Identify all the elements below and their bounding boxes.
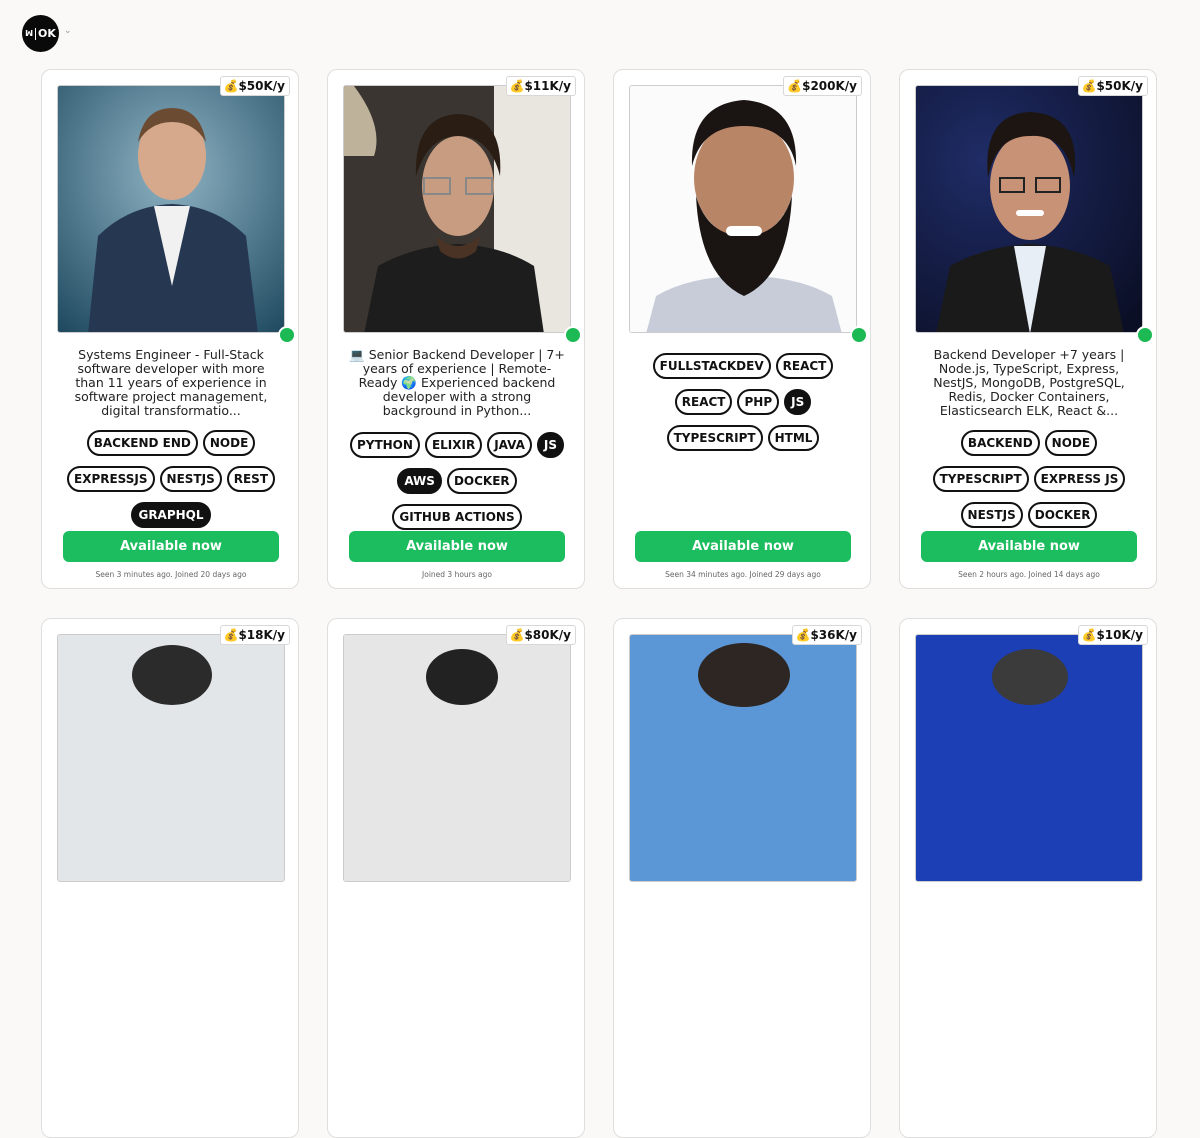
- skill-tag[interactable]: DOCKER: [1027, 502, 1098, 528]
- skill-tag[interactable]: EXPRESS JS: [1033, 466, 1126, 492]
- skill-tag[interactable]: JS: [784, 389, 812, 415]
- skill-tag[interactable]: BACKEND END: [86, 430, 198, 456]
- logo-text: OK: [38, 27, 56, 40]
- profile-bio: 💻 Senior Backend Developer | 7+ years of…: [349, 347, 565, 418]
- available-now-button[interactable]: Available now: [635, 531, 851, 562]
- profile-card[interactable]: 💰$200K/y FULLSTACKDEV REACT REACT PHP JS…: [613, 69, 871, 589]
- skill-tag[interactable]: HTML: [767, 425, 820, 451]
- skill-tags: BACKEND NODE TYPESCRIPT EXPRESS JS NESTJ…: [912, 430, 1146, 528]
- profile-photo: [343, 634, 571, 882]
- profile-card[interactable]: 💰$36K/y: [613, 618, 871, 1138]
- skill-tags: PYTHON ELIXIR JAVA JS AWS DOCKER GITHUB …: [340, 432, 574, 530]
- skill-tag[interactable]: PYTHON: [349, 432, 420, 458]
- skill-tag[interactable]: AWS: [397, 468, 442, 494]
- activity-status: Seen 34 minutes ago. Joined 29 days ago: [665, 570, 821, 579]
- profile-card[interactable]: 💰$11K/y 💻 Senior Backend Developer | 7+ …: [327, 69, 585, 589]
- profile-photo: [57, 634, 285, 882]
- skill-tag[interactable]: BACKEND: [960, 430, 1040, 456]
- available-now-button[interactable]: Available now: [921, 531, 1137, 562]
- profile-card[interactable]: 💰$50K/y Backend Developer +7 years | Nod…: [899, 69, 1157, 589]
- skill-tag[interactable]: DOCKER: [446, 468, 517, 494]
- skill-tag[interactable]: GITHUB ACTIONS: [392, 504, 522, 530]
- logo-mark: ꟽ: [25, 29, 34, 38]
- activity-status: Seen 3 minutes ago. Joined 20 days ago: [95, 570, 247, 579]
- profile-card[interactable]: 💰$10K/y: [899, 618, 1157, 1138]
- salary-badge: 💰$10K/y: [1077, 625, 1148, 645]
- profile-card[interactable]: 💰$80K/y: [327, 618, 585, 1138]
- profile-card[interactable]: 💰$18K/y: [41, 618, 299, 1138]
- profile-photo: [915, 634, 1143, 882]
- skill-tag[interactable]: GRAPHQL: [131, 502, 211, 528]
- activity-status: Seen 2 hours ago. Joined 14 days ago: [958, 570, 1100, 579]
- skill-tag[interactable]: NESTJS: [159, 466, 222, 492]
- available-now-button[interactable]: Available now: [349, 531, 565, 562]
- available-now-button[interactable]: Available now: [63, 531, 279, 562]
- skill-tag[interactable]: EXPRESSJS: [67, 466, 155, 492]
- profile-bio: Systems Engineer - Full-Stack software d…: [74, 347, 268, 418]
- skill-tag[interactable]: ELIXIR: [424, 432, 483, 458]
- skill-tag[interactable]: REACT: [775, 353, 834, 379]
- skill-tag[interactable]: PHP: [737, 389, 780, 415]
- online-status-dot: [564, 326, 582, 344]
- online-status-dot: [1136, 326, 1154, 344]
- skill-tag[interactable]: REACT: [674, 389, 733, 415]
- profile-photo: [629, 634, 857, 882]
- skill-tag[interactable]: NODE: [1044, 430, 1098, 456]
- online-status-dot: [850, 326, 868, 344]
- online-status-dot: [278, 326, 296, 344]
- salary-badge: 💰$50K/y: [1077, 76, 1148, 96]
- chevron-down-icon[interactable]: ⌄: [64, 26, 72, 36]
- salary-badge: 💰$200K/y: [783, 76, 862, 96]
- skill-tag[interactable]: JS: [536, 432, 565, 458]
- profile-photo: [629, 85, 857, 333]
- skill-tag[interactable]: NESTJS: [960, 502, 1023, 528]
- skill-tags: FULLSTACKDEV REACT REACT PHP JS TYPESCRI…: [626, 353, 860, 451]
- skill-tag[interactable]: TYPESCRIPT: [666, 425, 763, 451]
- profile-card[interactable]: 💰$50K/y Systems Engineer - Full-Stack so…: [41, 69, 299, 589]
- salary-badge: 💰$18K/y: [219, 625, 290, 645]
- skill-tags: BACKEND END NODE EXPRESSJS NESTJS REST G…: [54, 430, 288, 528]
- profile-photo: [57, 85, 285, 333]
- skill-tag[interactable]: REST: [226, 466, 275, 492]
- skill-tag[interactable]: TYPESCRIPT: [932, 466, 1029, 492]
- logo[interactable]: ꟽ OK: [22, 15, 59, 52]
- activity-status: Joined 3 hours ago: [422, 570, 492, 579]
- skill-tag[interactable]: JAVA: [487, 432, 532, 458]
- skill-tag[interactable]: NODE: [202, 430, 256, 456]
- salary-badge: 💰$80K/y: [505, 625, 576, 645]
- profile-photo: [343, 85, 571, 333]
- skill-tag[interactable]: FULLSTACKDEV: [652, 353, 771, 379]
- salary-badge: 💰$11K/y: [505, 76, 576, 96]
- profile-photo: [915, 85, 1143, 333]
- salary-badge: 💰$36K/y: [791, 625, 862, 645]
- logo-divider: [35, 27, 37, 40]
- profile-bio: Backend Developer +7 years | Node.js, Ty…: [933, 347, 1125, 418]
- salary-badge: 💰$50K/y: [219, 76, 290, 96]
